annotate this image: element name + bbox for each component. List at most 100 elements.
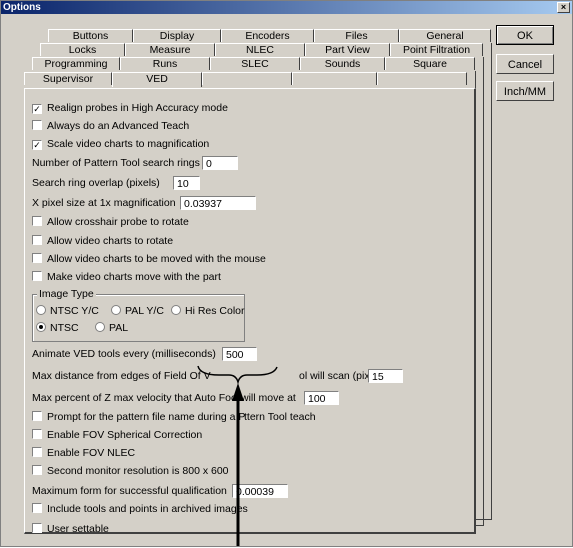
max-form-input[interactable]: 0.00039 — [232, 484, 288, 498]
realign-label: Realign probes in High Accuracy mode — [47, 102, 228, 114]
max-distance-row: Max distance from edges of Field Of V — [32, 369, 211, 383]
title-bar: Options × — [1, 1, 572, 14]
max-percent-z-row: Max percent of Z max velocity that Auto … — [32, 391, 242, 405]
tab-label: Encoders — [245, 30, 290, 42]
video-move-part-checkbox[interactable] — [32, 271, 42, 281]
tab-general[interactable]: General — [399, 29, 491, 42]
prompt-pattern-label-left: Prompt for the pattern file name during … — [47, 411, 246, 423]
animate-label: Animate VED tools every (milliseconds) — [32, 348, 216, 360]
pixel-size-label: X pixel size at 1x magnification — [32, 197, 176, 209]
close-icon: × — [560, 2, 567, 12]
max-form-label: Maximum form for successful qualificatio… — [32, 485, 227, 497]
pixel-size-row: X pixel size at 1x magnification — [32, 196, 176, 210]
video-rotate-label: Allow video charts to rotate — [47, 235, 174, 247]
fov-nlec-row[interactable]: Enable FOV NLEC — [32, 446, 135, 460]
radio-hi-res-color[interactable]: Hi Res Color — [171, 304, 245, 318]
second-monitor-checkbox[interactable] — [32, 465, 42, 475]
crosshair-rotate-checkbox[interactable] — [32, 216, 42, 226]
radio-pal-yc-button[interactable] — [111, 305, 121, 315]
radio-label: Hi Res Color — [185, 305, 245, 317]
video-move-mouse-label: Allow video charts to be moved with the … — [47, 253, 266, 265]
radio-label: NTSC Y/C — [50, 305, 99, 317]
tab-label: General — [426, 30, 464, 42]
scale-video-checkbox[interactable]: ✓ — [32, 140, 42, 150]
scale-video-row[interactable]: ✓ Scale video charts to magnification — [32, 137, 209, 151]
advanced-teach-row[interactable]: Always do an Advanced Teach — [32, 119, 189, 133]
fov-nlec-checkbox[interactable] — [32, 447, 42, 457]
ved-panel: ✓ Realign probes in High Accuracy mode Al… — [24, 88, 476, 536]
user-settable-row[interactable]: User settable — [32, 522, 109, 536]
pixel-size-input[interactable]: 0.03937 — [180, 196, 256, 210]
include-tools-checkbox[interactable] — [32, 503, 42, 513]
radio-ntsc[interactable]: NTSC — [36, 321, 79, 335]
inch-mm-button[interactable]: Inch/MM — [496, 81, 554, 101]
include-tools-row[interactable]: Include tools and points in archived ima… — [32, 502, 248, 516]
max-distance-label-left: Max distance from edges of Field Of V — [32, 370, 211, 382]
image-type-group: Image Type NTSC Y/C PAL Y/C Hi Res Color… — [32, 288, 245, 342]
prompt-pattern-row-right: ttern Tool teach — [244, 410, 316, 424]
tab-files[interactable]: Files — [314, 29, 399, 42]
window-title: Options — [3, 2, 41, 13]
prompt-pattern-row[interactable]: Prompt for the pattern file name during … — [32, 410, 245, 424]
radio-hi-res-color-button[interactable] — [171, 305, 181, 315]
radio-label: PAL — [109, 322, 129, 334]
options-window: Options × Buttons Display Encoders Files… — [0, 0, 573, 547]
max-distance-input[interactable]: 15 — [368, 369, 403, 383]
max-percent-z-label-left: Max percent of Z max velocity that Auto … — [32, 392, 243, 404]
video-rotate-row[interactable]: Allow video charts to rotate — [32, 234, 173, 248]
prompt-pattern-checkbox[interactable] — [32, 411, 42, 421]
ring-overlap-input[interactable]: 10 — [173, 176, 200, 190]
second-monitor-row[interactable]: Second monitor resolution is 800 x 600 — [32, 464, 229, 478]
fov-spherical-checkbox[interactable] — [32, 429, 42, 439]
realign-checkbox[interactable]: ✓ — [32, 104, 42, 114]
max-form-row: Maximum form for successful qualificatio… — [32, 484, 227, 498]
ring-overlap-label: Search ring overlap (pixels) — [32, 177, 160, 189]
radio-label: NTSC — [50, 322, 79, 334]
max-percent-z-row-right: will move at — [241, 391, 296, 405]
crosshair-rotate-row[interactable]: Allow crosshair probe to rotate — [32, 215, 189, 229]
video-move-part-label: Make video charts move with the part — [47, 271, 221, 283]
animate-row: Animate VED tools every (milliseconds) — [32, 347, 216, 361]
image-type-label: Image Type — [37, 288, 96, 300]
radio-ntsc-yc-button[interactable] — [36, 305, 46, 315]
tab-label: VED — [146, 73, 168, 85]
tab-label: Display — [159, 30, 195, 42]
prompt-pattern-label-right: ttern Tool teach — [244, 411, 316, 423]
advanced-teach-checkbox[interactable] — [32, 120, 42, 130]
search-rings-input[interactable]: 0 — [202, 156, 238, 170]
video-rotate-checkbox[interactable] — [32, 235, 42, 245]
radio-ntsc-yc[interactable]: NTSC Y/C — [36, 304, 99, 318]
scale-video-label: Scale video charts to magnification — [47, 138, 210, 150]
tab-label: Files — [345, 30, 368, 42]
fov-spherical-row[interactable]: Enable FOV Spherical Correction — [32, 428, 202, 442]
second-monitor-label: Second monitor resolution is 800 x 600 — [47, 465, 229, 477]
video-move-mouse-checkbox[interactable] — [32, 253, 42, 263]
max-percent-z-label-right: will move at — [241, 392, 296, 404]
user-settable-label: User settable — [47, 523, 109, 535]
radio-pal-button[interactable] — [95, 322, 105, 332]
advanced-teach-label: Always do an Advanced Teach — [47, 120, 190, 132]
video-move-mouse-row[interactable]: Allow video charts to be moved with the … — [32, 252, 266, 266]
radio-label: PAL Y/C — [125, 305, 164, 317]
cancel-button[interactable]: Cancel — [496, 54, 554, 74]
tab-label: Buttons — [72, 30, 109, 42]
ok-button[interactable]: OK — [496, 25, 554, 45]
user-settable-checkbox[interactable] — [32, 523, 42, 533]
radio-pal[interactable]: PAL — [95, 321, 128, 335]
close-button[interactable]: × — [557, 2, 570, 13]
ring-overlap-row: Search ring overlap (pixels) — [32, 176, 160, 190]
realign-checkbox-row[interactable]: ✓ Realign probes in High Accuracy mode — [32, 101, 228, 115]
tab-ved[interactable]: VED — [112, 72, 202, 87]
radio-ntsc-button[interactable] — [36, 322, 46, 332]
crosshair-rotate-label: Allow crosshair probe to rotate — [47, 216, 189, 228]
include-tools-label: Include tools and points in archived ima… — [47, 503, 248, 515]
radio-pal-yc[interactable]: PAL Y/C — [111, 304, 164, 318]
search-rings-label: Number of Pattern Tool search rings — [32, 157, 200, 169]
tab-buttons[interactable]: Buttons — [48, 29, 133, 42]
video-move-part-row[interactable]: Make video charts move with the part — [32, 270, 221, 284]
tab-encoders[interactable]: Encoders — [221, 29, 314, 42]
tab-row-1: Buttons Display Encoders Files General — [48, 29, 491, 42]
tab-display[interactable]: Display — [133, 29, 221, 42]
animate-input[interactable]: 500 — [222, 347, 257, 361]
max-percent-z-input[interactable]: 100 — [304, 391, 339, 405]
